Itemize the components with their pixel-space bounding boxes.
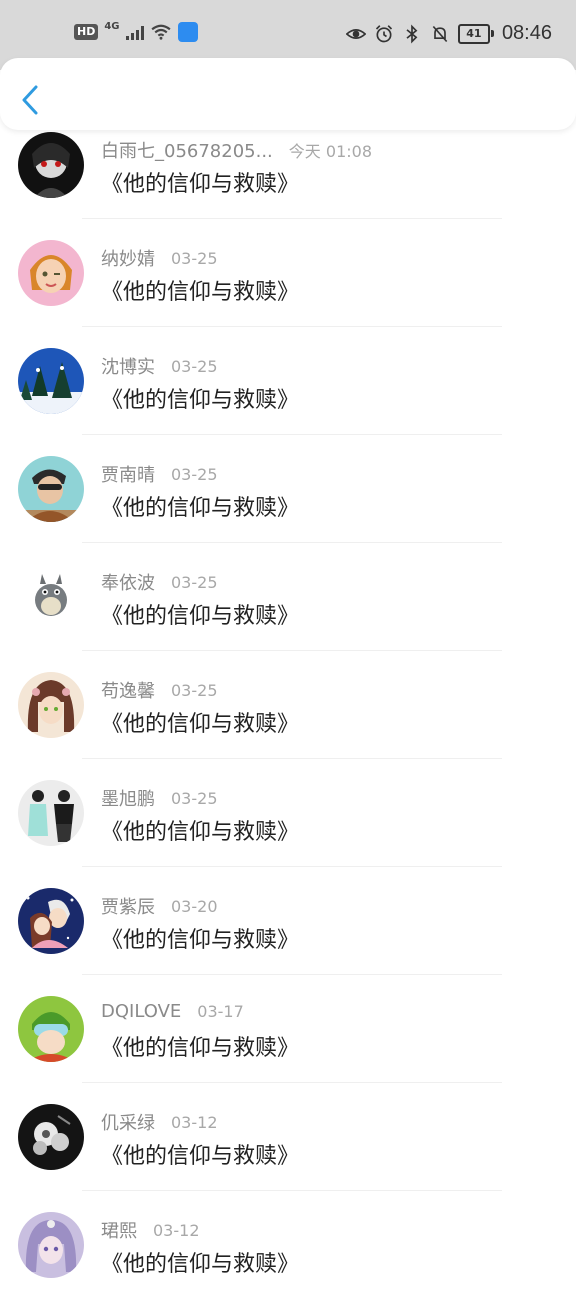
book-title[interactable]: 《他的信仰与救赎》 — [101, 922, 299, 954]
post-date: 03-12 — [153, 1220, 200, 1240]
bluetooth-icon — [406, 23, 418, 44]
divider — [82, 1082, 502, 1083]
post-date: 03-25 — [171, 356, 218, 376]
battery-icon: 41 — [457, 23, 494, 44]
user-name[interactable]: 珺熙 — [101, 1217, 137, 1243]
book-title[interactable]: 《他的信仰与救赎》 — [101, 814, 299, 846]
item-meta: 沈博实 03-25 — [101, 353, 218, 379]
user-name[interactable]: DQILOVE — [101, 1001, 181, 1022]
avatar[interactable] — [18, 672, 84, 738]
item-meta: DQILOVE 03-17 — [101, 1001, 244, 1022]
divider — [82, 542, 502, 543]
item-meta: 珺熙 03-12 — [101, 1217, 200, 1243]
list-item[interactable]: 白雨七_05678205... 今天 01:08 《他的信仰与救赎》 — [0, 128, 576, 236]
book-title[interactable]: 《他的信仰与救赎》 — [101, 706, 299, 738]
list-item[interactable]: 贾南晴 03-25 《他的信仰与救赎》 — [0, 452, 576, 560]
user-name[interactable]: 苟逸馨 — [101, 677, 155, 703]
list-item[interactable]: 纳妙婧 03-25 《他的信仰与救赎》 — [0, 236, 576, 344]
list-item[interactable]: 沈博实 03-25 《他的信仰与救赎》 — [0, 344, 576, 452]
avatar[interactable] — [18, 348, 84, 414]
avatar[interactable] — [18, 1212, 84, 1278]
signal-icon — [125, 24, 144, 40]
post-date: 03-17 — [197, 1002, 244, 1021]
divider — [82, 1190, 502, 1191]
item-meta: 苟逸馨 03-25 — [101, 677, 218, 703]
user-name[interactable]: 奉依波 — [101, 569, 155, 595]
alarm-icon — [375, 24, 393, 42]
list-item[interactable]: 珺熙 03-12 《他的信仰与救赎》 — [0, 1208, 576, 1316]
divider — [82, 218, 502, 219]
divider — [82, 326, 502, 327]
chevron-left-icon[interactable] — [18, 84, 42, 116]
avatar[interactable] — [18, 456, 84, 522]
item-meta: 墨旭鹏 03-25 — [101, 785, 218, 811]
list-item[interactable]: 墨旭鹏 03-25 《他的信仰与救赎》 — [0, 776, 576, 884]
item-meta: 贾紫辰 03-20 — [101, 893, 218, 919]
avatar[interactable] — [18, 780, 84, 846]
avatar[interactable] — [18, 564, 84, 630]
post-date: 03-25 — [171, 572, 218, 592]
divider — [82, 974, 502, 975]
book-title[interactable]: 《他的信仰与救赎》 — [101, 382, 299, 414]
post-date: 03-12 — [171, 1112, 218, 1132]
status-right: 41 08:46 — [345, 22, 552, 45]
list-item[interactable]: 仉采绿 03-12 《他的信仰与救赎》 — [0, 1100, 576, 1208]
post-date: 今天 01:08 — [288, 142, 372, 161]
user-name[interactable]: 沈博实 — [101, 353, 155, 379]
status-left: HD 4G — [74, 20, 198, 42]
user-name[interactable]: 纳妙婧 — [101, 245, 155, 271]
avatar[interactable] — [18, 1104, 84, 1170]
divider — [82, 434, 502, 435]
book-title[interactable]: 《他的信仰与救赎》 — [101, 1030, 299, 1062]
item-meta: 贾南晴 03-25 — [101, 461, 218, 487]
hd-badge: HD — [74, 24, 99, 40]
list-item[interactable]: 贾紫辰 03-20 《他的信仰与救赎》 — [0, 884, 576, 992]
user-name[interactable]: 白雨七_05678205... — [101, 137, 273, 163]
book-title[interactable]: 《他的信仰与救赎》 — [101, 1138, 299, 1170]
comment-list: 白雨七_05678205... 今天 01:08 《他的信仰与救赎》 纳妙婧 0… — [0, 128, 576, 1316]
item-meta: 白雨七_05678205... 今天 01:08 — [101, 137, 372, 163]
post-date: 03-25 — [171, 248, 218, 268]
post-date: 03-20 — [171, 896, 218, 916]
mute-bell-icon — [432, 25, 448, 42]
network-type: 4G — [104, 20, 120, 32]
divider — [82, 866, 502, 867]
weather-app-icon — [177, 22, 198, 42]
top-bar — [0, 58, 576, 130]
user-name[interactable]: 仉采绿 — [101, 1109, 155, 1135]
item-meta: 仉采绿 03-12 — [101, 1109, 218, 1135]
list-item[interactable]: 奉依波 03-25 《他的信仰与救赎》 — [0, 560, 576, 668]
user-name[interactable]: 墨旭鹏 — [101, 785, 155, 811]
list-item[interactable]: 苟逸馨 03-25 《他的信仰与救赎》 — [0, 668, 576, 776]
book-title[interactable]: 《他的信仰与救赎》 — [101, 490, 299, 522]
book-title[interactable]: 《他的信仰与救赎》 — [101, 274, 299, 306]
item-meta: 奉依波 03-25 — [101, 569, 218, 595]
item-meta: 纳妙婧 03-25 — [101, 245, 218, 271]
avatar[interactable] — [18, 240, 84, 306]
user-name[interactable]: 贾南晴 — [101, 461, 155, 487]
clock: 08:46 — [501, 22, 552, 44]
avatar[interactable] — [18, 888, 84, 954]
divider — [82, 758, 502, 759]
battery-level: 41 — [457, 23, 490, 44]
wifi-icon — [150, 24, 171, 40]
user-name[interactable]: 贾紫辰 — [101, 893, 155, 919]
avatar[interactable] — [18, 132, 84, 198]
book-title[interactable]: 《他的信仰与救赎》 — [101, 598, 299, 630]
divider — [82, 650, 502, 651]
avatar[interactable] — [18, 996, 84, 1062]
post-date: 03-25 — [171, 680, 218, 700]
book-title[interactable]: 《他的信仰与救赎》 — [101, 1246, 299, 1278]
post-date: 03-25 — [171, 788, 218, 808]
eye-icon — [345, 28, 366, 39]
post-date: 03-25 — [171, 464, 218, 484]
list-item[interactable]: DQILOVE 03-17 《他的信仰与救赎》 — [0, 992, 576, 1100]
book-title[interactable]: 《他的信仰与救赎》 — [101, 166, 299, 198]
